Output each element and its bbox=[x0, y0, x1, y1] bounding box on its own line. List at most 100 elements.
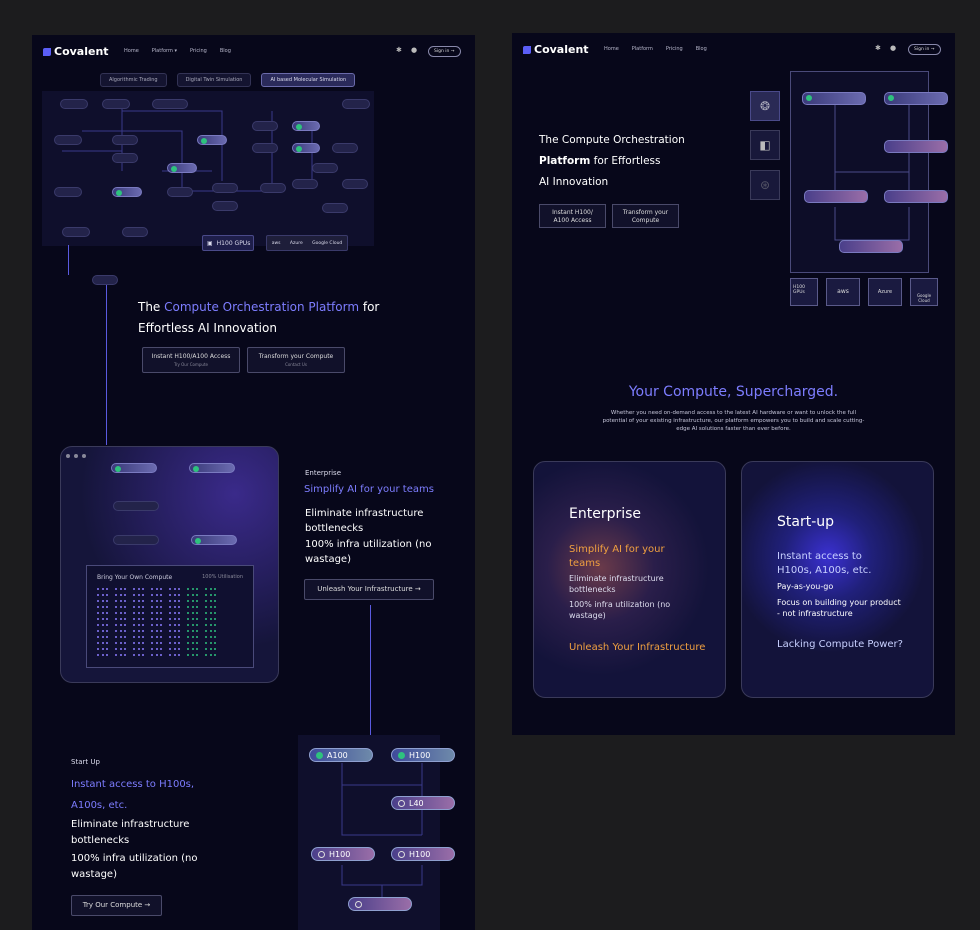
cta-transform-compute[interactable]: Transform your Compute bbox=[612, 204, 679, 228]
tab-algorithmic-trading[interactable]: Algorithmic Trading bbox=[100, 73, 167, 87]
slack-icon[interactable]: ✱ bbox=[396, 46, 402, 54]
node-active[interactable] bbox=[802, 92, 866, 105]
tab-digital-twin[interactable]: Digital Twin Simulation bbox=[176, 73, 252, 87]
status-online-icon bbox=[316, 751, 323, 759]
gpu-dot bbox=[115, 642, 117, 644]
try-our-compute-button[interactable]: Try Our Compute → bbox=[71, 895, 162, 916]
gpu-dot bbox=[147, 612, 149, 614]
gpu-dot bbox=[151, 630, 153, 632]
gpu-dot bbox=[97, 642, 99, 644]
google-cloud-logo: Google Cloud bbox=[312, 240, 343, 246]
node-pending[interactable] bbox=[348, 897, 412, 911]
nav-home[interactable]: Home bbox=[604, 46, 619, 52]
gpu-dot bbox=[160, 594, 162, 596]
node-idle[interactable] bbox=[884, 190, 948, 203]
node-active[interactable] bbox=[884, 92, 948, 105]
node-a100[interactable]: A100 bbox=[309, 748, 373, 762]
slack-icon[interactable]: ✱ bbox=[875, 44, 881, 52]
signin-button[interactable]: Sign in → bbox=[428, 46, 461, 57]
gpu-dot bbox=[173, 618, 176, 620]
gpu-dot bbox=[142, 630, 144, 632]
logo[interactable]: Covalent bbox=[523, 43, 589, 56]
lacking-compute-link[interactable]: Lacking Compute Power? bbox=[777, 639, 903, 650]
gpu-dot bbox=[178, 606, 180, 608]
graph-node-active bbox=[111, 463, 157, 473]
gpu-dot bbox=[155, 624, 158, 626]
gpu-dot bbox=[219, 642, 221, 644]
gpu-dot bbox=[133, 636, 135, 638]
gpu-dot bbox=[169, 630, 171, 632]
unleash-infrastructure-button[interactable]: Unleash Your Infrastructure → bbox=[304, 579, 434, 600]
molecule-icon[interactable]: ❂ bbox=[750, 91, 780, 121]
gpu-dot bbox=[165, 600, 167, 602]
gpu-dot bbox=[165, 654, 167, 656]
gpu-dot bbox=[151, 606, 153, 608]
gpu-dot bbox=[214, 642, 216, 644]
gpu-dot bbox=[137, 642, 140, 644]
use-case-tabs: Algorithmic Trading Digital Twin Simulat… bbox=[100, 73, 356, 87]
gpu-dot bbox=[173, 594, 176, 596]
gpu-dot bbox=[111, 636, 113, 638]
gpu-dot bbox=[196, 594, 198, 596]
gpu-dot bbox=[219, 648, 221, 650]
gpu-dot bbox=[187, 654, 189, 656]
github-icon[interactable]: ● bbox=[890, 44, 896, 52]
node-tree bbox=[790, 71, 948, 273]
gpu-dot bbox=[133, 600, 135, 602]
signin-button[interactable]: Sign in → bbox=[908, 44, 941, 55]
node-idle[interactable] bbox=[884, 140, 948, 153]
gpu-dot bbox=[169, 654, 171, 656]
node-idle[interactable] bbox=[839, 240, 903, 253]
gpu-dot bbox=[169, 588, 171, 590]
gpu-dot bbox=[137, 654, 140, 656]
cta-instant-access[interactable]: Instant H100/A100 Access Try Our Compute bbox=[142, 347, 240, 373]
cta-instant-access[interactable]: Instant H100/ A100 Access bbox=[539, 204, 606, 228]
nav-pricing[interactable]: Pricing bbox=[190, 48, 207, 54]
chip-azure: Azure bbox=[868, 278, 902, 306]
nav-blog[interactable]: Blog bbox=[220, 48, 231, 54]
node-h100-a[interactable]: H100 bbox=[391, 748, 455, 762]
graph-node bbox=[252, 143, 278, 153]
gpu-dot bbox=[201, 636, 203, 638]
gpu-dot bbox=[133, 594, 135, 596]
gpu-dot bbox=[106, 612, 108, 614]
logo[interactable]: Covalent bbox=[43, 45, 109, 58]
gpu-dot bbox=[133, 642, 135, 644]
gpu-dot bbox=[97, 630, 99, 632]
gpu-dot bbox=[129, 648, 131, 650]
gpu-dot bbox=[133, 648, 135, 650]
status-idle-icon bbox=[398, 850, 405, 858]
node-h100-b[interactable]: H100 bbox=[311, 847, 375, 861]
cta-transform-compute[interactable]: Transform your Compute Contact Us bbox=[247, 347, 345, 373]
gpu-dot bbox=[115, 630, 117, 632]
nav-blog[interactable]: Blog bbox=[696, 46, 707, 52]
gpu-dot bbox=[219, 600, 221, 602]
node-h100-c[interactable]: H100 bbox=[391, 847, 455, 861]
gpu-dot bbox=[191, 600, 194, 602]
globe-icon[interactable]: ⊛ bbox=[750, 170, 780, 200]
nav-home[interactable]: Home bbox=[124, 48, 139, 54]
cube-icon[interactable]: ◧ bbox=[750, 130, 780, 160]
nav-pricing[interactable]: Pricing bbox=[666, 46, 683, 52]
graph-node-active bbox=[167, 163, 197, 173]
tab-molecular-sim[interactable]: AI based Molecular Simulation bbox=[261, 73, 356, 87]
nav-platform[interactable]: Platform ▾ bbox=[152, 48, 177, 54]
gpu-dot bbox=[151, 654, 153, 656]
status-dot bbox=[296, 146, 302, 152]
gpu-dot bbox=[106, 648, 108, 650]
gpu-dot bbox=[191, 624, 194, 626]
gpu-dot bbox=[119, 654, 122, 656]
gpu-dot bbox=[187, 618, 189, 620]
node-idle[interactable] bbox=[804, 190, 868, 203]
node-l40[interactable]: L40 bbox=[391, 796, 455, 810]
gpu-dot bbox=[214, 654, 216, 656]
gpu-dot bbox=[183, 624, 185, 626]
gpu-dot bbox=[201, 600, 203, 602]
unleash-infrastructure-link[interactable]: Unleash Your Infrastructure bbox=[569, 642, 705, 653]
gpu-dot bbox=[191, 594, 194, 596]
github-icon[interactable]: ● bbox=[411, 46, 417, 54]
gpu-dot bbox=[214, 630, 216, 632]
gpu-dot bbox=[106, 642, 108, 644]
gpu-dot bbox=[178, 588, 180, 590]
nav-platform[interactable]: Platform bbox=[632, 46, 653, 52]
